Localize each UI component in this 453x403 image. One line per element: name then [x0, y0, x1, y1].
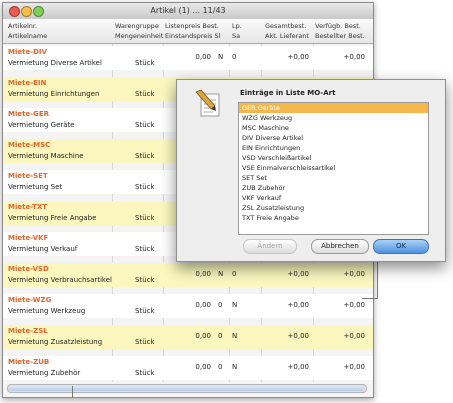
list-item[interactable]: GER Geräte — [239, 103, 428, 113]
table-row[interactable]: Miete-ZSL Vermietung Zusatzleistung Stück 0… — [3, 325, 373, 349]
article-code: Miete-EIN — [8, 79, 47, 87]
article-code: Miete-GER — [8, 110, 50, 118]
flag-lp: 0 — [218, 301, 223, 309]
total-stock: +0,00 — [287, 270, 309, 278]
article-code: Miete-VSD — [8, 265, 49, 273]
article-name: Vermietung Einrichtungen — [8, 90, 100, 98]
list-price: 0,00 — [195, 332, 211, 340]
list-item[interactable]: VKF Verkauf — [239, 193, 428, 203]
dialog-title: Einträge in Liste MO-Art — [240, 89, 336, 97]
table-row[interactable]: Miete-WZG Vermietung Werkzeug Stück 0,00 0 N +… — [3, 294, 373, 318]
available-stock: +0,00 — [343, 270, 365, 278]
flag-sa: N — [232, 301, 238, 309]
header-product-group[interactable]: Warengruppe — [115, 22, 159, 30]
header-purchase-price[interactable]: Einstandspreis Sl — [165, 32, 220, 40]
flag-lp: 0 — [218, 332, 223, 340]
table-row[interactable]: Miete-DIV Vermietung Diverse Artikel Stück… — [3, 46, 373, 70]
article-name: Vermietung Maschine — [8, 152, 84, 160]
header-lp[interactable]: Lp. — [232, 22, 242, 30]
available-stock: +0,00 — [343, 332, 365, 340]
list-entries-dialog: Einträge in Liste MO-Art GER Geräte WZG W… — [176, 79, 446, 262]
entries-listbox[interactable]: GER Geräte WZG Werkzeug MSC Maschine DIV Di… — [238, 102, 429, 235]
unit: Stück — [135, 90, 155, 98]
available-stock: +0,00 — [343, 301, 365, 309]
article-name: Vermietung Werkzeug — [8, 307, 86, 315]
header-available-stock[interactable]: Verfügb. Best. — [315, 22, 361, 30]
unit: Stück — [135, 183, 155, 191]
list-price: 0,00 — [195, 270, 211, 278]
flag-lp: N — [218, 270, 224, 278]
list-item[interactable]: EIN Einrichtungen — [239, 143, 428, 153]
unit: Stück — [135, 121, 155, 129]
list-item[interactable]: ZUB Zubehör — [239, 183, 428, 193]
ok-button[interactable]: OK — [373, 239, 429, 254]
window-titlebar[interactable]: Artikel (1) ... 11/43 — [3, 3, 373, 20]
flag-lp: N — [218, 53, 224, 61]
unit: Stück — [135, 369, 155, 377]
list-item[interactable]: VSD Verschleißartikel — [239, 153, 428, 163]
unit: Stück — [135, 245, 155, 253]
header-total-stock[interactable]: Gesamtbest. — [265, 22, 306, 30]
list-price: 0,00 — [195, 363, 211, 371]
article-name: Vermietung Zusatzleistung — [8, 338, 103, 346]
header-sa[interactable]: Sa — [232, 32, 240, 40]
article-code: Miete-TXT — [8, 203, 48, 211]
total-stock: +0,00 — [287, 332, 309, 340]
article-code: Miete-ZSL — [8, 327, 48, 335]
flag-sa: 0 — [232, 270, 237, 278]
total-stock: +0,00 — [287, 363, 309, 371]
header-article-number[interactable]: Artikelnr. — [8, 22, 37, 30]
article-code: Miete-MSC — [8, 141, 51, 149]
unit: Stück — [135, 338, 155, 346]
flag-sa: N — [232, 363, 238, 371]
article-code: Miete-DIV — [8, 48, 47, 56]
scrollbar-thumb[interactable] — [9, 386, 364, 391]
article-name: Vermietung Geräte — [8, 121, 75, 129]
unit: Stück — [135, 276, 155, 284]
list-item[interactable]: ZSL Zusatzleistung — [239, 203, 428, 213]
article-name: Vermietung Verbrauchsartikel — [8, 276, 112, 284]
table-row[interactable]: Miete-ZUB Vermietung Zubehör Stück 0,00 0 N +0… — [3, 356, 373, 380]
table-header: Artikelnr. Artikelname Warengruppe Menge… — [3, 19, 373, 44]
list-price: 0,00 — [195, 301, 211, 309]
flag-lp: 0 — [218, 363, 223, 371]
header-article-name[interactable]: Artikelname — [8, 32, 47, 40]
horizontal-scrollbar[interactable] — [7, 384, 367, 393]
total-stock: +0,00 — [287, 53, 309, 61]
list-item[interactable]: DIV Diverse Artikel — [239, 133, 428, 143]
article-code: Miete-VKF — [8, 234, 49, 242]
unit: Stück — [135, 152, 155, 160]
unit: Stück — [135, 307, 155, 315]
article-name: Vermietung Freie Angabe — [8, 214, 97, 222]
article-code: Miete-WZG — [8, 296, 52, 304]
table-row[interactable]: Miete-VSD Vermietung Verbrauchsartikel Stü… — [3, 263, 373, 287]
flag-sa: 0 — [232, 53, 237, 61]
list-item[interactable]: SET Set — [239, 173, 428, 183]
article-name: Vermietung Diverse Artikel — [8, 59, 102, 67]
total-stock: +0,00 — [287, 301, 309, 309]
header-unit[interactable]: Mengeneinheit — [115, 32, 163, 40]
article-code: Miete-SET — [8, 172, 48, 180]
unit: Stück — [135, 59, 155, 67]
article-code: Miete-ZUB — [8, 358, 50, 366]
article-name: Vermietung Zubehör — [8, 369, 81, 377]
flag-sa: N — [232, 332, 238, 340]
edit-list-icon — [195, 89, 220, 117]
header-list-price[interactable]: Listenpreis Best. — [165, 22, 219, 30]
list-item[interactable]: MSC Maschine — [239, 123, 428, 133]
cancel-button[interactable]: Abbrechen — [311, 239, 369, 254]
unit: Stück — [135, 214, 155, 222]
header-ordered-stock[interactable]: Bestellter Best. — [315, 32, 365, 40]
list-item[interactable]: VSE Einmalverschleissartikel — [239, 163, 428, 173]
list-item[interactable]: WZG Werkzeug — [239, 113, 428, 123]
available-stock: +0,00 — [343, 363, 365, 371]
window-title: Artikel (1) ... 11/43 — [150, 6, 226, 15]
list-item[interactable]: TXT Freie Angabe — [239, 213, 428, 223]
header-current-supplier[interactable]: Akt. Lieferant — [265, 32, 309, 40]
list-price: 0,00 — [195, 53, 211, 61]
article-name: Vermietung Verkauf — [8, 245, 78, 253]
available-stock: +0,00 — [343, 53, 365, 61]
article-name: Vermietung Set — [8, 183, 63, 191]
change-button[interactable]: Ändern — [243, 239, 297, 254]
